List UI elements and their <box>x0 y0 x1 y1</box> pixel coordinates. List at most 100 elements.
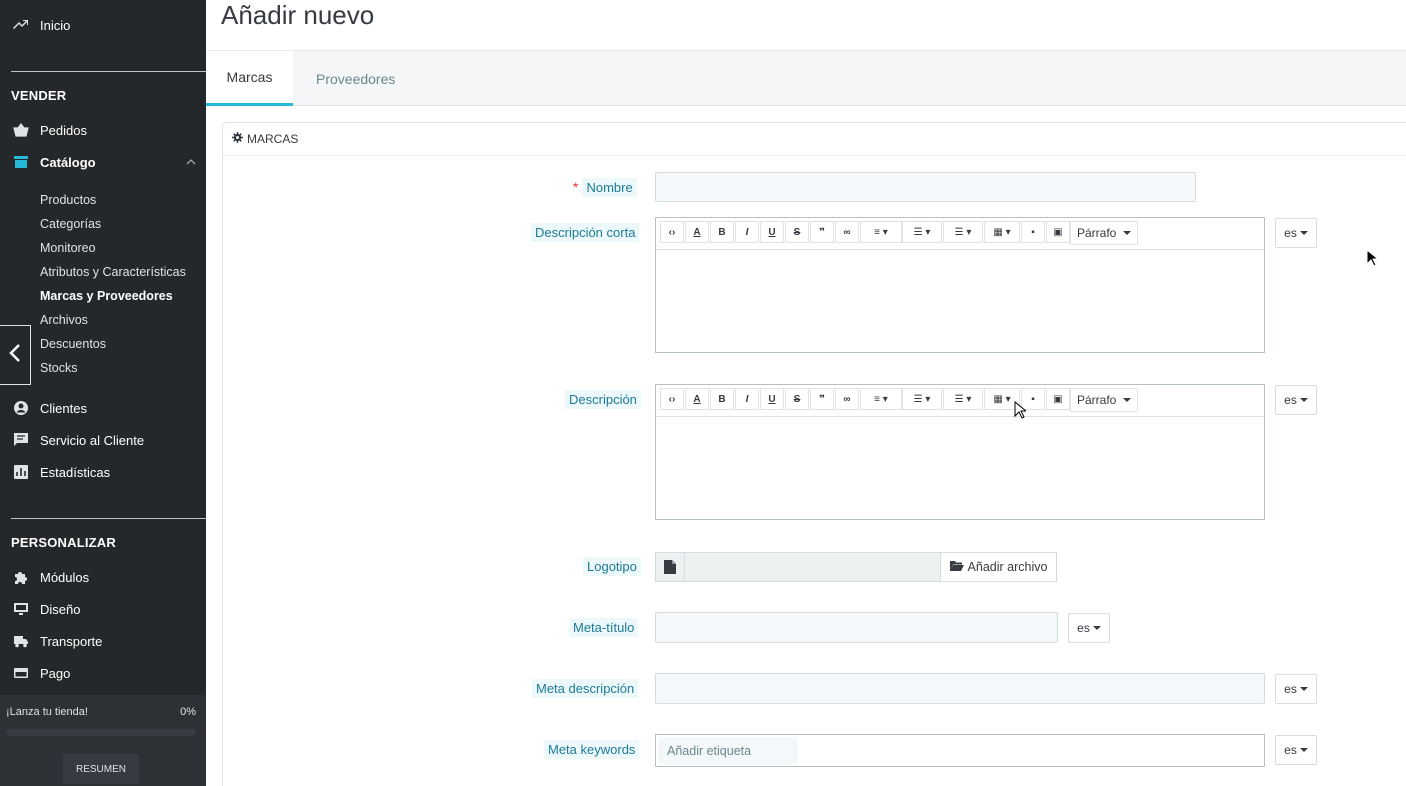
paragraph-format-select[interactable]: Párrafo <box>1070 221 1139 245</box>
logo-label: Logotipo <box>583 557 641 576</box>
paragraph-format-select[interactable]: Párrafo <box>1070 388 1139 412</box>
logo-label-text: Logotipo <box>583 557 641 576</box>
paragraph-format-label: Párrafo <box>1077 393 1117 407</box>
launch-progress-bar <box>6 729 196 736</box>
blockquote-icon[interactable]: ❞ <box>810 388 834 410</box>
meta-title-input[interactable] <box>655 612 1058 643</box>
tabs-bar: Marcas Proveedores <box>206 51 1406 106</box>
short-description-label-text: Descripción corta <box>531 223 640 242</box>
bar-chart-icon <box>12 464 30 480</box>
meta-keywords-language-select[interactable]: es <box>1275 735 1317 765</box>
meta-keywords-label: Meta keywords <box>544 740 640 759</box>
lang-value: es <box>1077 621 1090 635</box>
sidebar-item-clients[interactable]: Clientes <box>0 392 206 424</box>
meta-description-language-select[interactable]: es <box>1275 674 1317 704</box>
text-color-icon[interactable]: A <box>685 388 709 410</box>
sidebar-item-label: Inicio <box>40 17 71 33</box>
tab-brands[interactable]: Marcas <box>206 51 293 106</box>
caret-down-icon <box>1299 398 1308 402</box>
mouse-cursor-icon <box>1014 400 1028 419</box>
meta-description-input[interactable] <box>655 673 1265 704</box>
sidebar-subitem-stocks[interactable]: Stocks <box>40 361 78 375</box>
meta-title-language-select[interactable]: es <box>1068 613 1110 643</box>
image-icon[interactable]: ▪ <box>1021 221 1045 243</box>
bullet-list-dropdown-icon[interactable]: ☰ ▾ <box>902 388 942 410</box>
launch-percent: 0% <box>180 706 196 718</box>
media-icon[interactable]: ▣ <box>1046 221 1070 243</box>
collapse-sidebar-button[interactable] <box>0 325 31 385</box>
meta-title-label-text: Meta-título <box>569 618 639 637</box>
sidebar-subitem-brands[interactable]: Marcas y Proveedores <box>40 289 173 303</box>
add-file-button[interactable]: Añadir archivo <box>940 552 1057 582</box>
sidebar-subitem-discounts[interactable]: Descuentos <box>40 337 106 351</box>
numbered-list-dropdown-icon[interactable]: ☰ ▾ <box>943 221 983 243</box>
align-dropdown-icon[interactable]: ≡ ▾ <box>860 388 902 410</box>
sidebar-item-shipping[interactable]: Transporte <box>0 625 206 657</box>
table-dropdown-icon[interactable]: ▦ ▾ <box>984 221 1020 243</box>
source-code-icon[interactable]: ‹› <box>660 388 684 410</box>
caret-down-icon <box>1123 231 1132 235</box>
sidebar-item-design[interactable]: Diseño <box>0 593 206 625</box>
bold-icon[interactable]: B <box>710 388 734 410</box>
short-description-editor[interactable]: ‹› A B I U S ❞ ∞ ≡ ▾ ☰ ▾ ☰ ▾ ▦ ▾ ▪ ▣ Párrafo <box>655 217 1265 353</box>
sidebar-item-label: Pago <box>40 665 71 681</box>
blockquote-icon[interactable]: ❞ <box>810 221 834 243</box>
sidebar-item-catalog[interactable]: Catálogo <box>0 146 206 178</box>
strikethrough-icon[interactable]: S <box>785 388 809 410</box>
sidebar-item-modules[interactable]: Módulos <box>0 561 206 593</box>
sidebar-item-label: Estadísticas <box>40 464 111 480</box>
sidebar-item-label: Servicio al Cliente <box>40 432 145 448</box>
sidebar-subitem-products[interactable]: Productos <box>40 193 96 207</box>
lang-value: es <box>1284 682 1297 696</box>
sidebar-divider <box>11 518 206 519</box>
italic-icon[interactable]: I <box>735 221 759 243</box>
chevron-up-icon <box>186 155 196 165</box>
lang-value: es <box>1284 393 1297 407</box>
summary-button[interactable]: RESUMEN <box>63 754 139 784</box>
sidebar-item-label: Catálogo <box>40 154 96 170</box>
tag-input[interactable]: Añadir etiqueta <box>658 737 798 764</box>
sidebar-item-label: Clientes <box>40 400 87 416</box>
bold-icon[interactable]: B <box>710 221 734 243</box>
paragraph-format-label: Párrafo <box>1077 226 1117 240</box>
caret-down-icon <box>1299 231 1308 235</box>
text-color-icon[interactable]: A <box>685 221 709 243</box>
sidebar-subitem-attributes[interactable]: Atributos y Características <box>40 265 186 279</box>
description-language-select[interactable]: es <box>1275 385 1317 415</box>
media-icon[interactable]: ▣ <box>1046 388 1070 410</box>
add-file-button-label: Añadir archivo <box>967 560 1048 574</box>
sidebar-item-home[interactable]: Inicio <box>0 9 206 41</box>
chevron-left-icon <box>9 343 21 368</box>
underline-icon[interactable]: U <box>760 221 784 243</box>
sidebar-subitem-categories[interactable]: Categorías <box>40 217 101 231</box>
sidebar-item-customer-service[interactable]: Servicio al Cliente <box>0 424 206 456</box>
meta-title-label: Meta-título <box>569 618 639 637</box>
sidebar-item-label: Diseño <box>40 601 81 617</box>
source-code-icon[interactable]: ‹› <box>660 221 684 243</box>
sidebar-subitem-monitoring[interactable]: Monitoreo <box>40 241 96 255</box>
logo-upload: Añadir archivo <box>655 552 1057 582</box>
description-label-text: Descripción <box>565 390 641 409</box>
sidebar-item-stats[interactable]: Estadísticas <box>0 456 206 488</box>
sidebar-item-orders[interactable]: Pedidos <box>0 114 206 146</box>
short-description-language-select[interactable]: es <box>1275 218 1317 248</box>
store-icon <box>12 154 30 170</box>
numbered-list-dropdown-icon[interactable]: ☰ ▾ <box>943 388 983 410</box>
logo-file-field[interactable] <box>684 552 941 582</box>
meta-keywords-field[interactable]: Añadir etiqueta <box>655 734 1265 767</box>
sidebar-subitem-files[interactable]: Archivos <box>40 313 88 327</box>
page-title: Añadir nuevo <box>221 0 375 30</box>
underline-icon[interactable]: U <box>760 388 784 410</box>
name-input[interactable] <box>655 172 1196 202</box>
link-icon[interactable]: ∞ <box>835 221 859 243</box>
meta-keywords-label-text: Meta keywords <box>544 740 640 759</box>
align-dropdown-icon[interactable]: ≡ ▾ <box>860 221 902 243</box>
meta-description-label-text: Meta descripción <box>532 679 639 698</box>
bullet-list-dropdown-icon[interactable]: ☰ ▾ <box>902 221 942 243</box>
strikethrough-icon[interactable]: S <box>785 221 809 243</box>
sidebar-item-payment[interactable]: Pago <box>0 657 206 689</box>
link-icon[interactable]: ∞ <box>835 388 859 410</box>
italic-icon[interactable]: I <box>735 388 759 410</box>
description-editor[interactable]: ‹› A B I U S ❞ ∞ ≡ ▾ ☰ ▾ ☰ ▾ ▦ ▾ ▪ ▣ Párrafo <box>655 384 1265 520</box>
tab-suppliers[interactable]: Proveedores <box>316 51 395 106</box>
